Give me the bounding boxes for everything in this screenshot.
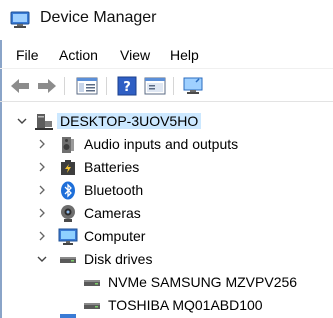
camera-icon [61, 205, 75, 222]
toolbar-separator [106, 77, 107, 95]
help-icon[interactable]: ? [116, 76, 138, 96]
monitor-icon [58, 228, 78, 245]
back-arrow-icon[interactable] [9, 76, 31, 96]
tree-root-label: DESKTOP-3UOV5HO [57, 113, 202, 129]
chevron-right-icon[interactable] [36, 206, 48, 220]
tree-item-computer[interactable]: Computer [0, 225, 333, 248]
tree-item-label: Audio inputs and outputs [84, 136, 239, 152]
chevron-down-icon[interactable] [16, 114, 28, 128]
tree-child-disk-1[interactable]: NVMe SAMSUNG MZVPV256 [0, 271, 333, 294]
tree-child-disk-2[interactable]: TOSHIBA MQ01ABD100 [0, 294, 333, 317]
device-tree: DESKTOP-3UOV5HO Audio inputs and outputs… [0, 104, 333, 318]
menu-bar: File Action View Help [0, 42, 333, 68]
tree-item-batteries[interactable]: Batteries [0, 156, 333, 179]
menu-view[interactable]: View [120, 47, 150, 63]
tree-root-row[interactable]: DESKTOP-3UOV5HO [0, 110, 333, 133]
tree-item-label: Computer [84, 228, 146, 244]
scan-hardware-icon[interactable] [182, 76, 204, 96]
tree-item-label: TOSHIBA MQ01ABD100 [108, 297, 263, 313]
tree-item-cameras[interactable]: Cameras [0, 202, 333, 225]
tree-item-label: NVMe SAMSUNG MZVPV256 [108, 274, 298, 290]
bluetooth-icon [61, 181, 75, 200]
svg-text:?: ? [123, 80, 131, 95]
disk-drive-icon [60, 257, 76, 263]
properties-icon[interactable] [76, 76, 98, 96]
title-bar[interactable]: Device Manager [0, 0, 333, 40]
tree-item-label: Bluetooth [84, 182, 144, 198]
toolbar: ? [0, 68, 333, 102]
tree-item-audio[interactable]: Audio inputs and outputs [0, 133, 333, 156]
show-hide-pane-icon[interactable] [144, 76, 166, 96]
computer-tower-icon [35, 114, 53, 130]
chevron-right-icon[interactable] [36, 137, 48, 151]
menu-action[interactable]: Action [59, 47, 98, 63]
menu-help[interactable]: Help [170, 47, 199, 63]
partial-row-icon [60, 314, 76, 318]
tree-item-label: Batteries [84, 159, 140, 175]
speaker-icon [62, 137, 74, 153]
chevron-right-icon[interactable] [36, 183, 48, 197]
chevron-right-icon[interactable] [36, 160, 48, 174]
tree-item-bluetooth[interactable]: Bluetooth [0, 179, 333, 202]
forward-arrow-icon[interactable] [36, 76, 58, 96]
device-manager-icon [10, 11, 30, 28]
disk-drive-icon [84, 303, 100, 309]
toolbar-separator [173, 77, 174, 95]
chevron-down-icon[interactable] [36, 252, 48, 266]
tree-item-label: Disk drives [84, 251, 153, 267]
chevron-right-icon[interactable] [36, 229, 48, 243]
toolbar-separator [64, 77, 65, 95]
tree-item-label: Cameras [84, 205, 141, 221]
disk-drive-icon [84, 280, 100, 286]
menu-file[interactable]: File [16, 47, 39, 63]
window-title: Device Manager [40, 9, 157, 26]
tree-item-disk-drives[interactable]: Disk drives [0, 248, 333, 271]
battery-icon [61, 160, 75, 175]
